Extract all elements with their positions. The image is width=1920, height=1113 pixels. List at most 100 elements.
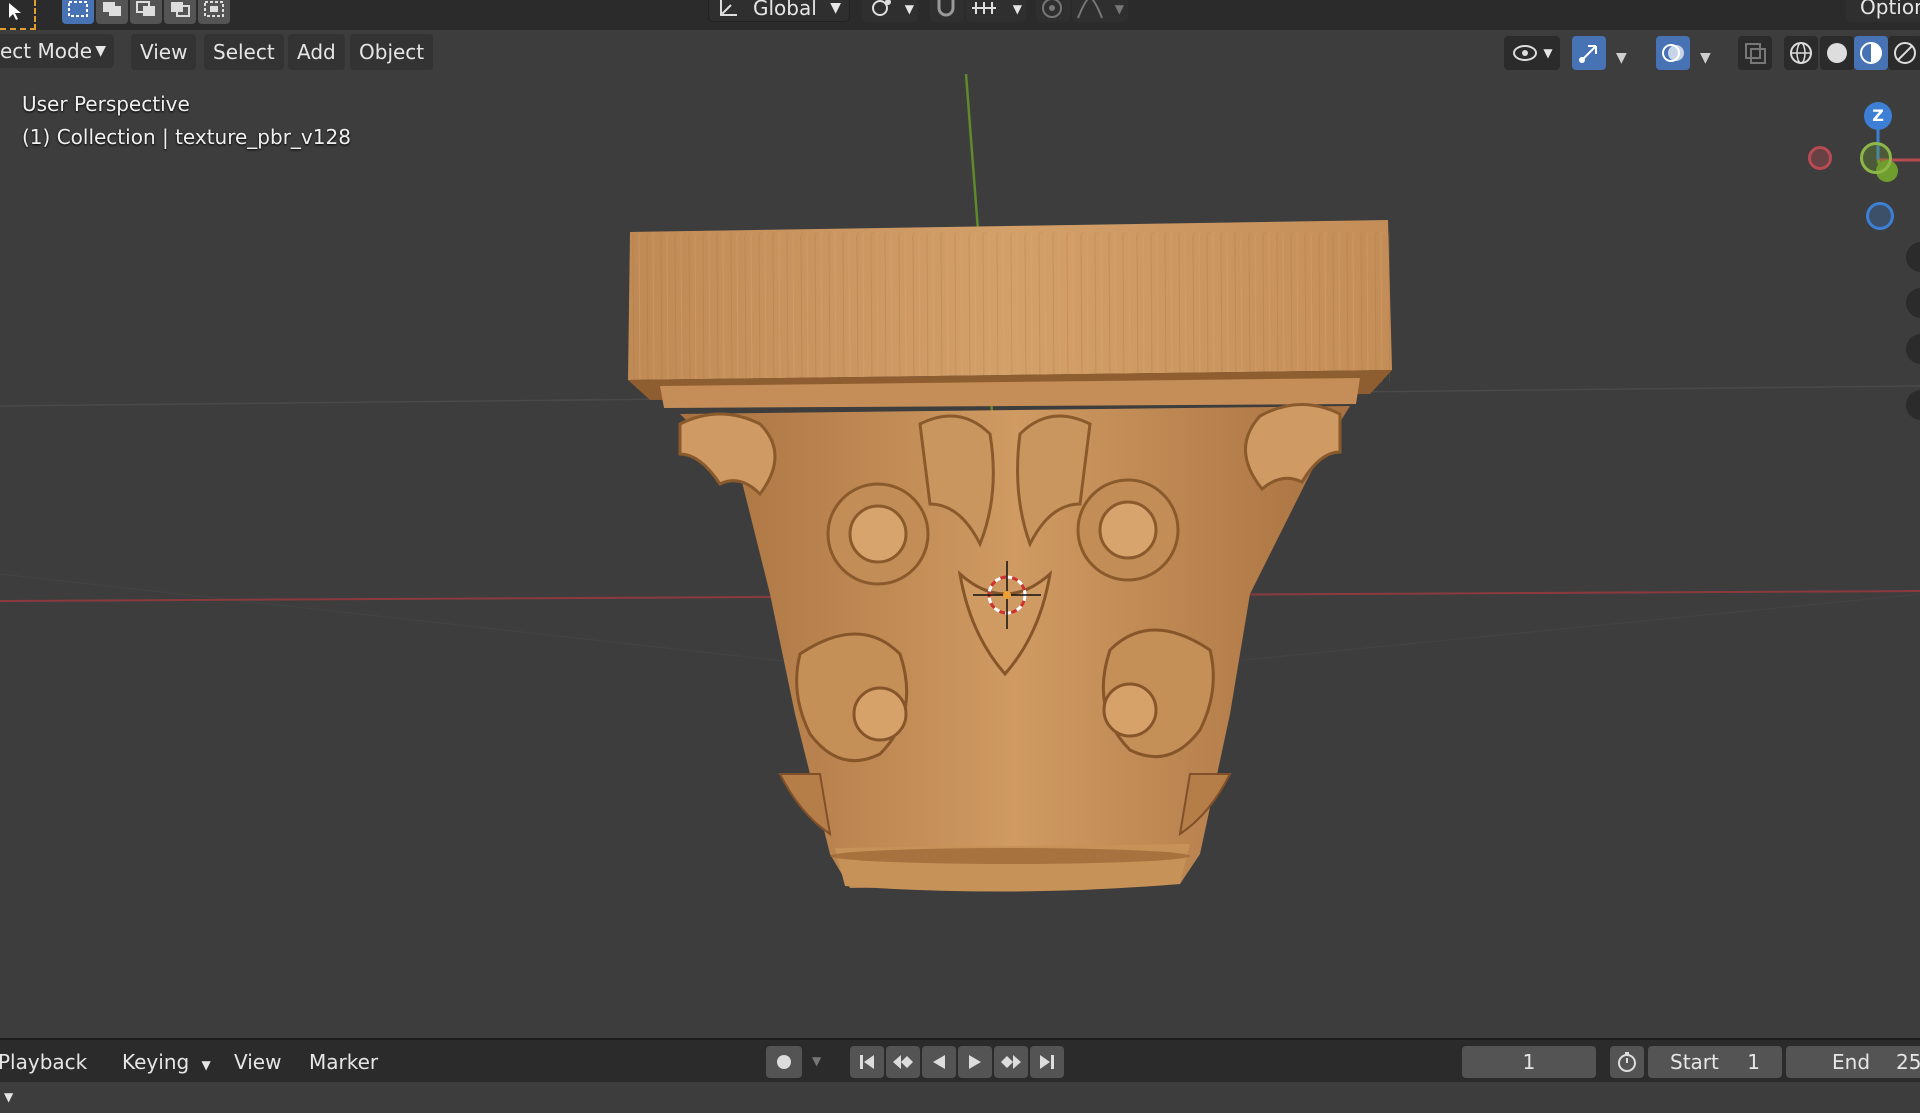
shading-wireframe-button[interactable] bbox=[1784, 36, 1818, 70]
chevron-down-icon: ▼ bbox=[904, 2, 914, 16]
next-keyframe-icon bbox=[1001, 1055, 1021, 1069]
end-value: 25 bbox=[1896, 1050, 1920, 1074]
view-name-label: User Perspective bbox=[22, 92, 190, 116]
cursor-icon bbox=[9, 3, 21, 20]
3d-viewport[interactable]: User Perspective (1) Collection | textur… bbox=[0, 74, 1920, 1038]
selection-mode-intersect-button[interactable] bbox=[198, 0, 230, 24]
playback-menu[interactable]: Playback ▼ bbox=[0, 1046, 106, 1104]
gizmo-neg-y-axis[interactable] bbox=[1860, 142, 1892, 174]
top-toolbar: Global ▼ ▼ ▼ ▼ Options bbox=[0, 0, 1920, 30]
select-invert-icon bbox=[171, 2, 190, 17]
mode-dropdown[interactable]: ect Mode ▼ bbox=[0, 34, 114, 68]
start-frame-field[interactable]: Start 1 bbox=[1648, 1046, 1782, 1078]
menu-view[interactable]: View bbox=[131, 34, 197, 70]
mode-label: ect Mode bbox=[0, 39, 92, 63]
select-tool-button[interactable] bbox=[0, 0, 36, 30]
chevron-down-icon: ▼ bbox=[1543, 46, 1553, 60]
keying-menu[interactable]: Keying ▼ bbox=[122, 1046, 218, 1078]
falloff-curve-icon bbox=[1077, 0, 1103, 19]
shading-rendered-button[interactable] bbox=[1888, 36, 1920, 70]
chevron-down-icon[interactable]: ▼ bbox=[812, 1054, 821, 1068]
proportional-editing-button[interactable] bbox=[1036, 0, 1070, 22]
pivot-point-dropdown[interactable]: ▼ bbox=[862, 0, 918, 22]
jump-to-keyframe-prev-button[interactable] bbox=[886, 1046, 920, 1078]
timeline-view-menu[interactable]: View bbox=[234, 1046, 281, 1078]
play-reverse-button[interactable] bbox=[922, 1046, 956, 1078]
snap-toggle-button[interactable] bbox=[930, 0, 964, 22]
menu-object[interactable]: Object bbox=[350, 34, 434, 70]
proportional-falloff-dropdown[interactable]: ▼ bbox=[1072, 0, 1128, 22]
current-frame-field[interactable]: 1 bbox=[1462, 1046, 1596, 1078]
wireframe-sphere-icon bbox=[1790, 42, 1812, 64]
auto-keying-button[interactable] bbox=[766, 1046, 802, 1078]
grid-line bbox=[0, 573, 901, 675]
xray-toggle-button[interactable] bbox=[1738, 36, 1772, 70]
skip-start-icon bbox=[860, 1055, 874, 1069]
skip-end-icon bbox=[1040, 1055, 1054, 1069]
rendered-sphere-icon bbox=[1894, 42, 1916, 64]
chevron-down-icon[interactable]: ▼ bbox=[1616, 50, 1627, 66]
jump-to-keyframe-next-button[interactable] bbox=[994, 1046, 1028, 1078]
shading-material-button[interactable] bbox=[1854, 36, 1888, 70]
overlays-toggle-button[interactable] bbox=[1656, 36, 1690, 70]
capital-model[interactable] bbox=[628, 220, 1392, 892]
stopwatch-icon bbox=[1618, 1052, 1636, 1072]
menu-select[interactable]: Select bbox=[204, 34, 284, 70]
transform-orientation-label: Global bbox=[753, 0, 817, 20]
proportional-editing-icon bbox=[1042, 0, 1062, 18]
gizmo-z-label: Z bbox=[1872, 106, 1884, 125]
timeline-header: Playback ▼ Keying ▼ View Marker ▼ 1 Star… bbox=[0, 1038, 1920, 1104]
gizmo-neg-z-axis[interactable] bbox=[1866, 202, 1894, 230]
playback-label: Playback bbox=[0, 1050, 88, 1074]
selection-mode-group bbox=[62, 0, 234, 26]
menu-add[interactable]: Add bbox=[288, 34, 345, 70]
select-extend-icon bbox=[103, 2, 121, 16]
options-dropdown[interactable]: Options bbox=[1846, 0, 1920, 22]
selection-mode-extend-button[interactable] bbox=[96, 0, 128, 24]
select-intersect-icon bbox=[204, 1, 224, 17]
selection-mode-subtract-button[interactable] bbox=[130, 0, 162, 24]
play-button[interactable] bbox=[958, 1046, 992, 1078]
chevron-down-icon[interactable]: ▼ bbox=[1700, 50, 1711, 66]
eye-icon bbox=[1513, 45, 1538, 61]
xray-icon bbox=[1745, 43, 1766, 64]
keying-label: Keying bbox=[122, 1050, 190, 1074]
orientation-icon bbox=[720, 0, 737, 16]
viewport-header: ect Mode ▼ View Select Add Object ▼ ▼ ▼ bbox=[0, 30, 1920, 74]
gizmo-toggle-button[interactable] bbox=[1572, 36, 1606, 70]
chevron-down-icon: ▼ bbox=[1114, 2, 1124, 16]
end-frame-field[interactable]: End 25 bbox=[1786, 1046, 1920, 1078]
snap-target-dropdown[interactable]: ▼ bbox=[966, 0, 1026, 22]
start-value: 1 bbox=[1747, 1050, 1760, 1074]
magnet-icon bbox=[937, 0, 955, 17]
end-label: End bbox=[1832, 1050, 1871, 1074]
gizmo-neg-x-axis[interactable] bbox=[1808, 146, 1832, 170]
start-label: Start bbox=[1670, 1050, 1719, 1074]
visibility-dropdown[interactable]: ▼ bbox=[1504, 36, 1560, 70]
navigation-gizmo[interactable]: Z bbox=[1790, 90, 1920, 230]
record-icon bbox=[777, 1055, 791, 1069]
jump-to-end-button[interactable] bbox=[1030, 1046, 1064, 1078]
selection-mode-new-button[interactable] bbox=[62, 0, 94, 24]
shading-solid-button[interactable] bbox=[1820, 36, 1854, 70]
solid-sphere-icon bbox=[1827, 43, 1847, 63]
selection-mode-invert-button[interactable] bbox=[164, 0, 196, 24]
options-label: Options bbox=[1860, 0, 1920, 19]
gizmo-icon bbox=[1579, 45, 1597, 63]
prev-keyframe-icon bbox=[893, 1055, 913, 1069]
chevron-down-icon: ▼ bbox=[201, 1058, 211, 1072]
snap-increment-icon bbox=[972, 2, 996, 14]
select-subtract-icon bbox=[136, 1, 155, 16]
preview-range-button[interactable] bbox=[1610, 1046, 1644, 1078]
marker-menu[interactable]: Marker bbox=[309, 1046, 378, 1078]
jump-to-start-button[interactable] bbox=[850, 1046, 884, 1078]
collection-info-label: (1) Collection | texture_pbr_v128 bbox=[22, 125, 351, 149]
chevron-down-icon: ▼ bbox=[830, 0, 841, 16]
gizmo-z-axis[interactable]: Z bbox=[1864, 102, 1892, 130]
viewport-scene bbox=[0, 74, 1920, 892]
select-new-icon bbox=[68, 1, 88, 17]
transform-orientation-dropdown[interactable]: Global ▼ bbox=[708, 0, 850, 22]
chevron-down-icon: ▼ bbox=[4, 1090, 14, 1104]
play-reverse-icon bbox=[933, 1055, 945, 1069]
pivot-icon bbox=[872, 0, 891, 16]
